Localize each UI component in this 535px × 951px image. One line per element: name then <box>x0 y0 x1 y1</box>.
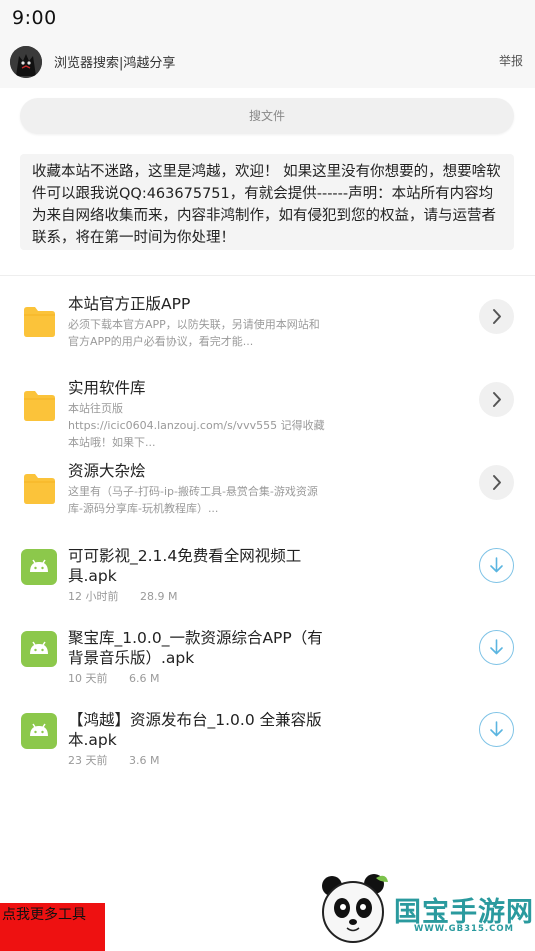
folder-icon <box>24 307 55 337</box>
file-meta: 23 天前 3.6 M <box>68 752 159 768</box>
folder-title: 实用软件库 <box>68 379 146 397</box>
status-time: 9:00 <box>12 7 57 29</box>
avatar[interactable] <box>10 46 42 78</box>
folder-description: 这里有（马子-打码-ip-搬砖工具-悬赏合集-游戏资源库-源码分享库-玩机教程库… <box>68 485 318 515</box>
watermark: 国宝手游网 WWW.GB315.COM <box>296 862 535 951</box>
file-item[interactable]: 可可影视_2.1.4免费看全网视频工具.apk 12 小时前 28.9 M <box>0 546 535 624</box>
folder-item-resource-mix[interactable]: 资源大杂烩 这里有（马子-打码-ip-搬砖工具-悬赏合集-游戏资源库-源码分享库… <box>0 461 535 539</box>
report-link[interactable]: 举报 <box>499 52 523 69</box>
file-meta: 12 小时前 28.9 M <box>68 588 177 604</box>
folder-title: 本站官方正版APP <box>68 295 191 313</box>
folder-description: 必须下载本官方APP，以防失联，另请使用本网站和官方APP的用户必看协议，看完才… <box>68 318 320 348</box>
top-bar: 浏览器搜索|鸿越分享 举报 <box>0 38 535 88</box>
status-bar: 9:00 <box>0 0 535 38</box>
download-icon <box>490 639 503 655</box>
file-title: 可可影视_2.1.4免费看全网视频工具.apk <box>68 547 302 585</box>
watermark-url: WWW.GB315.COM <box>414 924 515 934</box>
android-icon <box>21 713 57 749</box>
more-tools-label: 点我更多工具 <box>2 907 86 923</box>
file-time: 12 小时前 <box>68 590 119 603</box>
android-icon <box>21 549 57 585</box>
open-folder-button[interactable] <box>479 382 514 417</box>
file-item[interactable]: 聚宝库_1.0.0_一款资源综合APP（有背景音乐版）.apk 10 天前 6.… <box>0 628 535 706</box>
open-folder-button[interactable] <box>479 299 514 334</box>
open-folder-button[interactable] <box>479 465 514 500</box>
file-time: 10 天前 <box>68 672 108 685</box>
folder-icon <box>24 474 55 504</box>
file-size: 3.6 M <box>129 754 160 767</box>
file-time: 23 天前 <box>68 754 108 767</box>
folder-item-official-app[interactable]: 本站官方正版APP 必须下载本官方APP，以防失联，另请使用本网站和官方APP的… <box>0 294 535 372</box>
search-files-button[interactable]: 搜文件 <box>20 98 514 134</box>
site-notice: 收藏本站不迷路，这里是鸿越，欢迎！ 如果这里没有你想要的，想要啥软件可以跟我说Q… <box>20 154 514 250</box>
download-button[interactable] <box>479 712 514 747</box>
download-icon <box>490 721 503 737</box>
file-meta: 10 天前 6.6 M <box>68 670 159 686</box>
avatar-image-icon <box>10 46 42 78</box>
file-title: 聚宝库_1.0.0_一款资源综合APP（有背景音乐版）.apk <box>68 629 323 667</box>
file-size: 28.9 M <box>140 590 178 603</box>
chevron-right-icon <box>493 475 501 490</box>
download-button[interactable] <box>479 548 514 583</box>
more-tools-button[interactable]: 点我更多工具 <box>0 903 105 951</box>
chevron-right-icon <box>493 309 501 324</box>
file-item[interactable]: 【鸿越】资源发布台_1.0.0 全兼容版本.apk 23 天前 3.6 M <box>0 710 535 788</box>
divider <box>0 275 535 276</box>
page-title: 浏览器搜索|鸿越分享 <box>54 56 176 71</box>
file-title: 【鸿越】资源发布台_1.0.0 全兼容版本.apk <box>68 711 322 749</box>
download-icon <box>490 557 503 573</box>
folder-description: 本站往页版 https://icic0604.lanzouj.com/s/vvv… <box>68 402 325 449</box>
folder-title: 资源大杂烩 <box>68 462 146 480</box>
folder-item-software-library[interactable]: 实用软件库 本站往页版 https://icic0604.lanzouj.com… <box>0 378 535 456</box>
file-size: 6.6 M <box>129 672 160 685</box>
panda-logo-icon <box>322 874 388 943</box>
android-icon <box>21 631 57 667</box>
download-button[interactable] <box>479 630 514 665</box>
folder-icon <box>24 391 55 421</box>
chevron-right-icon <box>493 392 501 407</box>
